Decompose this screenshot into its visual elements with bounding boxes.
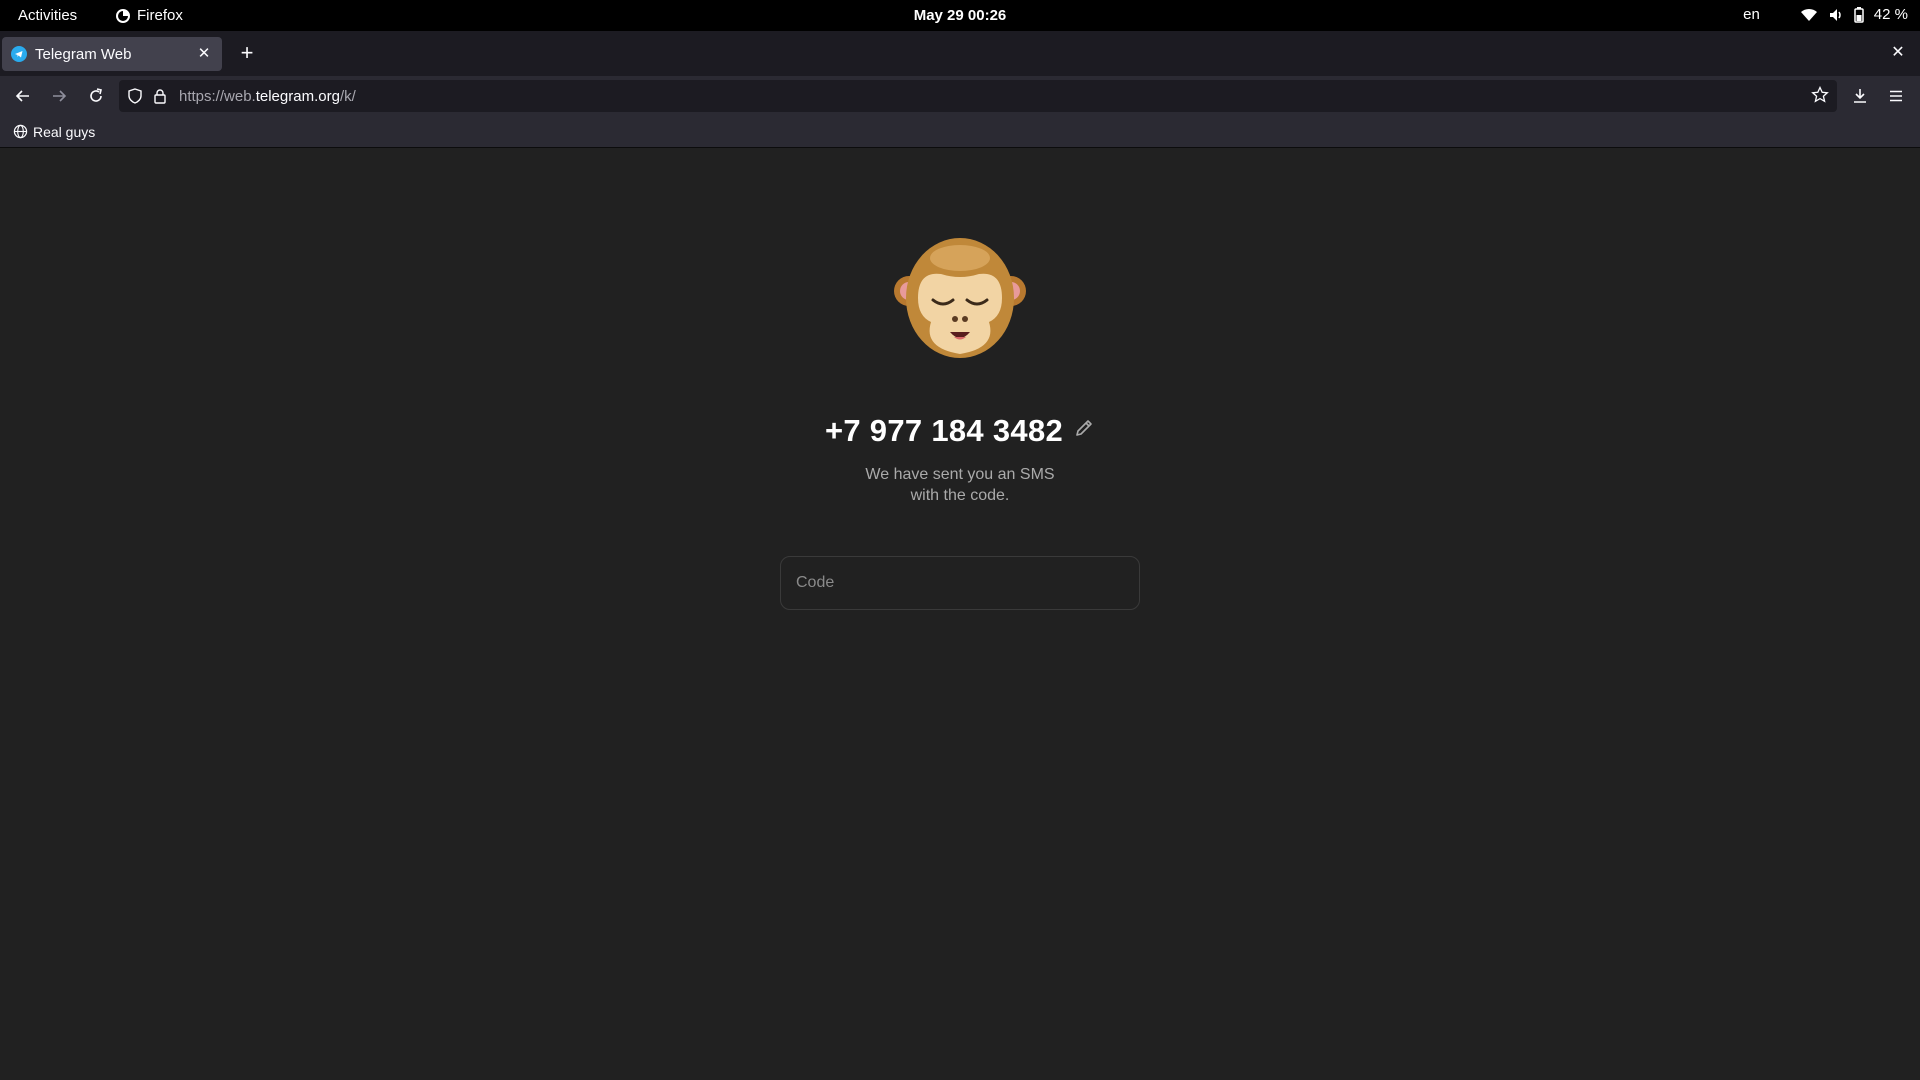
sms-notice-line-1: We have sent you an SMS <box>865 466 1055 483</box>
lock-icon[interactable] <box>153 88 167 104</box>
edit-pencil-icon[interactable] <box>1073 417 1095 439</box>
address-bar[interactable]: https://web.telegram.org/k/ <box>119 80 1837 112</box>
system-tray[interactable]: en 42 % <box>1743 6 1908 23</box>
back-arrow-icon <box>15 90 29 102</box>
clock[interactable]: May 29 00:26 <box>0 7 1920 24</box>
bookmark-star-icon[interactable] <box>1811 86 1829 104</box>
downloads-button[interactable] <box>1848 84 1872 108</box>
monkey-mascot-icon <box>894 238 1026 358</box>
navigation-toolbar: https://web.telegram.org/k/ <box>0 76 1920 116</box>
bookmarks-toolbar: Real guys <box>0 116 1920 148</box>
system-top-bar: Activities Firefox May 29 00:26 en 42 % <box>0 0 1920 31</box>
hamburger-menu-icon <box>1890 90 1902 102</box>
tab-strip: Telegram Web ✕ + ✕ <box>0 31 1920 76</box>
url-prefix: https://web. <box>179 87 256 105</box>
battery-level: 42 % <box>1873 6 1908 23</box>
app-menu-button[interactable] <box>1884 84 1908 108</box>
globe-icon <box>13 124 28 139</box>
new-tab-button[interactable]: + <box>235 42 259 66</box>
reload-button[interactable] <box>84 84 108 108</box>
sms-notice-line-2: with the code. <box>910 487 1010 504</box>
tab-telegram-web[interactable]: Telegram Web ✕ <box>2 37 222 71</box>
volume-icon <box>1829 8 1841 21</box>
url-text: https://web.telegram.org/k/ <box>179 88 356 105</box>
telegram-favicon-icon <box>11 46 27 62</box>
forward-button[interactable] <box>47 84 71 108</box>
phone-number-row: +7 977 184 3482 <box>0 413 1920 449</box>
telegram-page: +7 977 184 3482 We have sent you an SMS … <box>0 148 1920 1080</box>
window-close-button[interactable]: ✕ <box>1886 41 1910 65</box>
battery-icon <box>1854 6 1864 23</box>
reload-icon <box>90 88 102 102</box>
phone-number: +7 977 184 3482 <box>824 413 1064 448</box>
download-icon <box>1854 89 1866 103</box>
code-input[interactable] <box>780 556 1140 610</box>
bookmark-real-guys[interactable]: Real guys <box>13 124 95 140</box>
language-indicator[interactable]: en <box>1743 6 1760 23</box>
back-button[interactable] <box>11 84 35 108</box>
sms-sent-notice: We have sent you an SMS with the code. <box>760 464 1160 506</box>
wifi-icon <box>1800 8 1817 21</box>
tab-title: Telegram Web <box>35 45 132 63</box>
tracking-shield-icon[interactable] <box>127 88 143 104</box>
tab-close-icon[interactable]: ✕ <box>194 44 214 64</box>
url-path: /k/ <box>339 87 356 105</box>
bookmark-label: Real guys <box>33 123 96 140</box>
forward-arrow-icon <box>53 90 67 102</box>
url-domain: telegram.org <box>255 87 340 105</box>
